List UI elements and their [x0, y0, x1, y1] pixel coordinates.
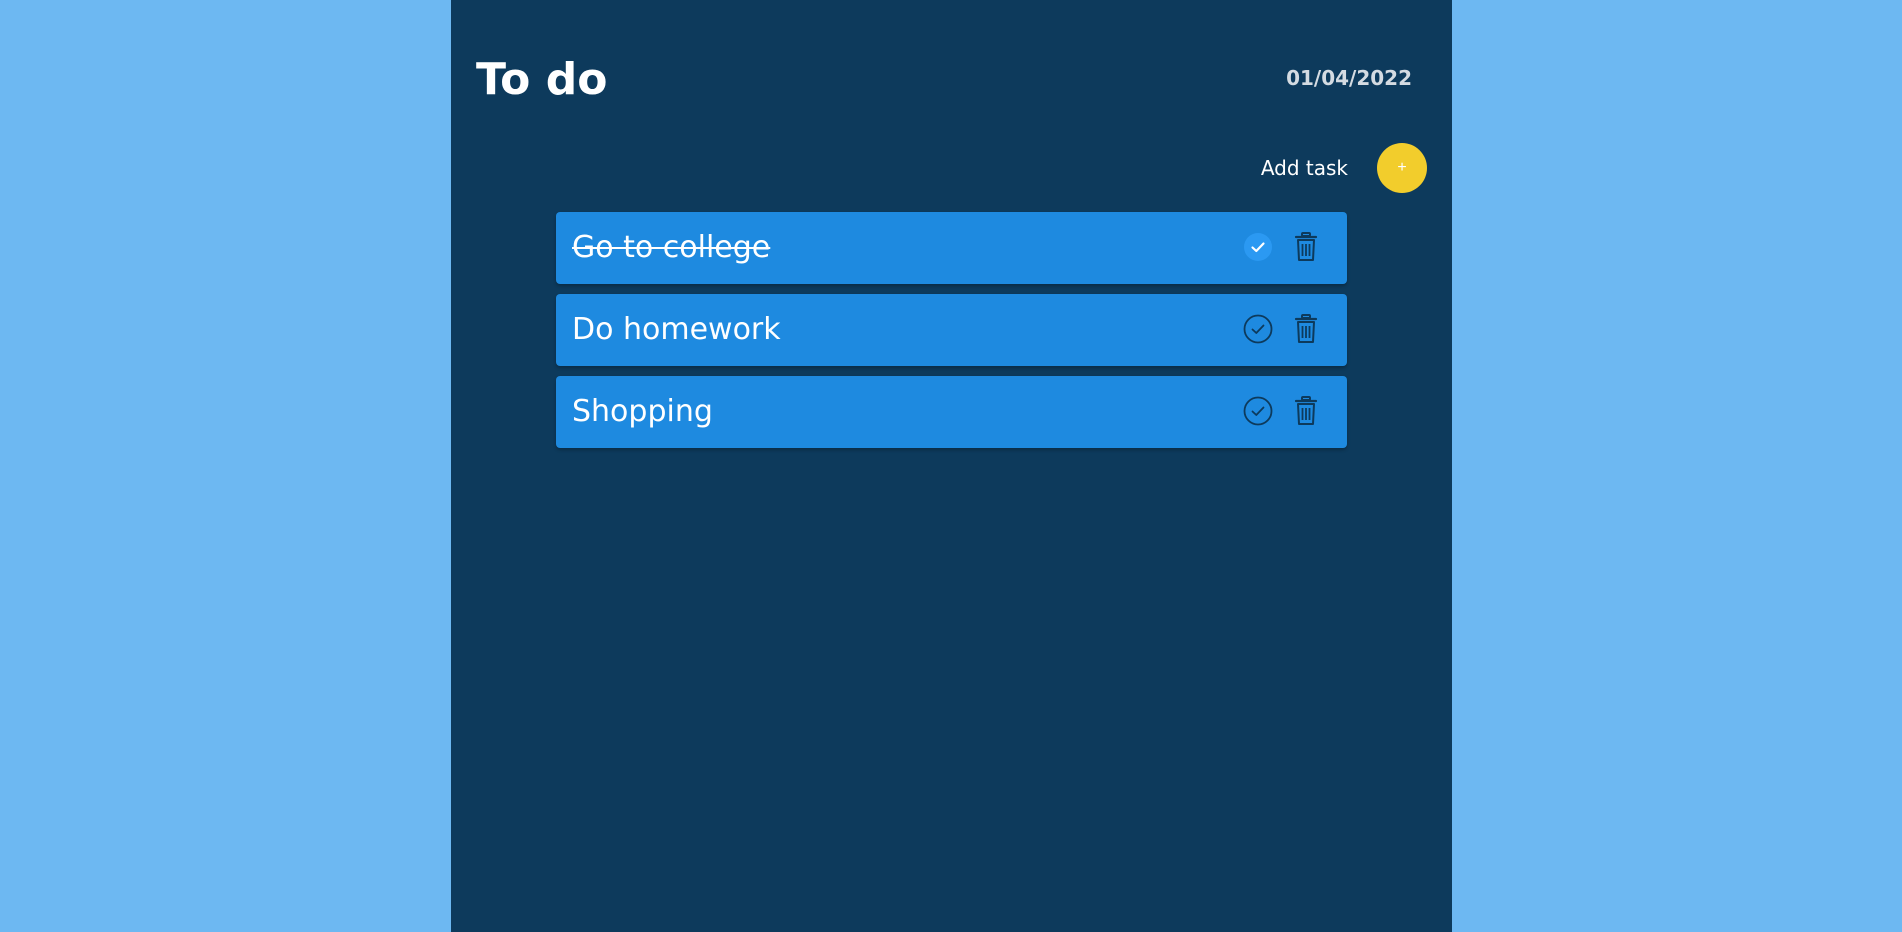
check-circle-icon — [1243, 396, 1273, 426]
plus-icon: + — [1397, 159, 1407, 176]
task-item: Do homework — [556, 294, 1347, 366]
complete-task-button[interactable] — [1243, 396, 1273, 426]
task-text: Shopping — [572, 394, 713, 429]
task-list: Go to college Do homework Shopping — [556, 212, 1347, 458]
add-task-row: Add task + — [1261, 143, 1427, 193]
current-date: 01/04/2022 — [1286, 66, 1412, 90]
task-text: Do homework — [572, 312, 781, 347]
delete-task-button[interactable] — [1291, 395, 1321, 427]
delete-task-button[interactable] — [1291, 231, 1321, 263]
add-task-button[interactable]: + — [1377, 143, 1427, 193]
check-circle-icon — [1243, 314, 1273, 344]
task-text: Go to college — [572, 230, 771, 265]
task-item: Go to college — [556, 212, 1347, 284]
delete-task-button[interactable] — [1291, 313, 1321, 345]
todo-app: To do 01/04/2022 Add task + Go to colleg… — [451, 0, 1452, 932]
complete-task-button[interactable] — [1243, 314, 1273, 344]
complete-task-button[interactable] — [1243, 232, 1273, 262]
check-circle-filled-icon — [1244, 233, 1272, 261]
trash-icon — [1294, 396, 1318, 425]
page-title: To do — [476, 54, 608, 105]
trash-icon — [1294, 232, 1318, 261]
trash-icon — [1294, 314, 1318, 343]
add-task-label: Add task — [1260, 156, 1348, 180]
task-item: Shopping — [556, 376, 1347, 448]
